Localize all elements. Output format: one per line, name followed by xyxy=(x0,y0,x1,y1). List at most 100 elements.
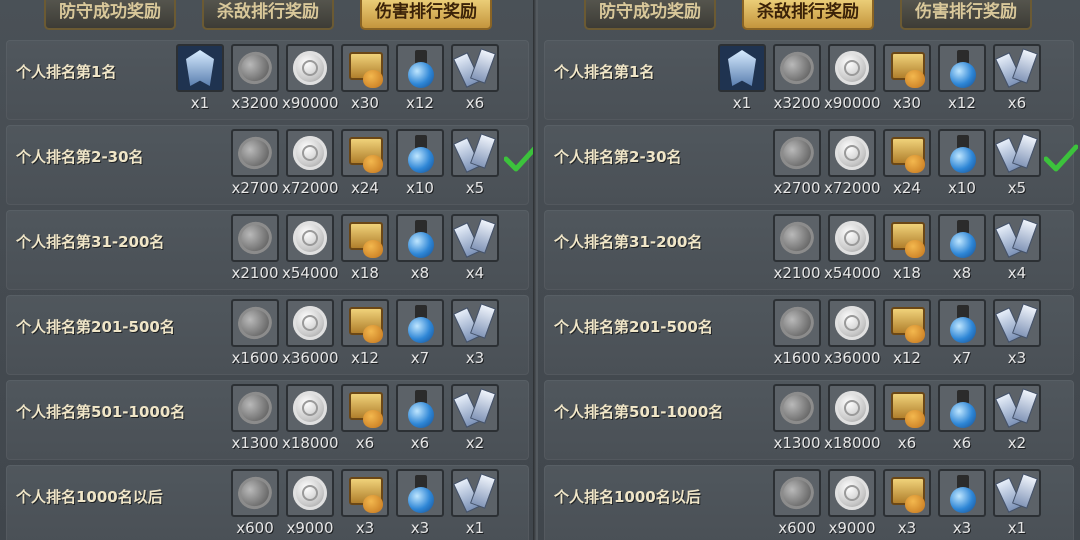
reward-item[interactable]: x600 xyxy=(773,469,821,537)
tab-damage-ranking-reward[interactable]: 伤害排行奖励 xyxy=(360,0,492,30)
reward-item[interactable]: x6 xyxy=(341,384,389,452)
reward-item[interactable]: x4 xyxy=(993,214,1041,282)
reward-item[interactable]: x24 xyxy=(883,129,931,197)
tab-kill-ranking-reward[interactable]: 杀敌排行奖励 xyxy=(202,0,334,30)
reward-item[interactable]: x600 xyxy=(231,469,279,537)
reward-item[interactable]: x72000 xyxy=(824,129,881,197)
item-quantity: x10 xyxy=(948,179,976,197)
tab-damage-ranking-reward[interactable]: 伤害排行奖励 xyxy=(900,0,1032,30)
dark-coin-icon xyxy=(231,129,279,177)
blue-potion-icon xyxy=(938,299,986,347)
crystal-icon xyxy=(993,299,1041,347)
reward-item[interactable]: x12 xyxy=(396,44,444,112)
blue-potion-icon xyxy=(396,214,444,262)
reward-item[interactable]: x2100 xyxy=(773,214,821,282)
check-icon xyxy=(504,144,535,172)
reward-item[interactable]: x72000 xyxy=(282,129,339,197)
reward-item[interactable]: x3200 xyxy=(231,44,279,112)
reward-item[interactable]: x5 xyxy=(993,129,1041,197)
reward-item[interactable]: x6 xyxy=(883,384,931,452)
reward-item[interactable]: x3 xyxy=(883,469,931,537)
reward-item[interactable]: x54000 xyxy=(282,214,339,282)
reward-item[interactable]: x3 xyxy=(341,469,389,537)
reward-item[interactable]: x2100 xyxy=(231,214,279,282)
reward-item[interactable]: x8 xyxy=(938,214,986,282)
reward-item[interactable]: x3 xyxy=(938,469,986,537)
reward-item[interactable]: x4 xyxy=(451,214,499,282)
reward-item[interactable]: x1 xyxy=(176,44,224,112)
reward-item[interactable]: x90000 xyxy=(282,44,339,112)
reward-item[interactable]: x2 xyxy=(993,384,1041,452)
reward-row: 个人排名1000名以后 x600 x9000 x3 x3 x1 xyxy=(6,465,529,540)
reward-item[interactable]: x6 xyxy=(451,44,499,112)
tab-defense-reward[interactable]: 防守成功奖励 xyxy=(584,0,716,30)
reward-item[interactable]: x36000 xyxy=(282,299,339,367)
item-quantity: x12 xyxy=(351,349,379,367)
item-quantity: x54000 xyxy=(824,264,881,282)
item-quantity: x2700 xyxy=(773,179,821,197)
reward-item[interactable]: x12 xyxy=(883,299,931,367)
reward-item[interactable]: x1600 xyxy=(773,299,821,367)
item-quantity: x600 xyxy=(236,519,274,537)
reward-item[interactable]: x6 xyxy=(993,44,1041,112)
reward-item[interactable]: x3 xyxy=(451,299,499,367)
reward-item[interactable]: x30 xyxy=(341,44,389,112)
reward-item[interactable]: x54000 xyxy=(824,214,881,282)
item-quantity: x1600 xyxy=(773,349,821,367)
reward-item[interactable]: x1 xyxy=(993,469,1041,537)
reward-item[interactable]: x9000 xyxy=(828,469,876,537)
reward-item[interactable]: x2700 xyxy=(773,129,821,197)
item-quantity: x600 xyxy=(778,519,816,537)
tab-defense-reward[interactable]: 防守成功奖励 xyxy=(44,0,176,30)
reward-item[interactable]: x7 xyxy=(396,299,444,367)
reward-item[interactable]: x1 xyxy=(718,44,766,112)
reward-item[interactable]: x2700 xyxy=(231,129,279,197)
silver-coin-icon xyxy=(828,44,876,92)
reward-item[interactable]: x3 xyxy=(396,469,444,537)
rank-label: 个人排名第31-200名 xyxy=(16,232,165,251)
reward-item[interactable]: x9000 xyxy=(286,469,334,537)
reward-item[interactable]: x30 xyxy=(883,44,931,112)
tab-kill-ranking-reward[interactable]: 杀敌排行奖励 xyxy=(742,0,874,30)
crystal-icon xyxy=(451,469,499,517)
item-quantity: x5 xyxy=(1007,179,1027,197)
item-quantity: x1300 xyxy=(231,434,279,452)
silver-coin-icon xyxy=(828,469,876,517)
reward-item[interactable]: x18 xyxy=(341,214,389,282)
reward-item[interactable]: x1600 xyxy=(231,299,279,367)
reward-row: 个人排名第201-500名 x1600 x36000 x12 x7 x3 xyxy=(6,295,529,375)
reward-item[interactable]: x10 xyxy=(938,129,986,197)
blue-potion-icon xyxy=(396,299,444,347)
reward-item[interactable]: x2 xyxy=(451,384,499,452)
reward-item[interactable]: x1300 xyxy=(231,384,279,452)
treasure-chest-icon xyxy=(883,299,931,347)
reward-item[interactable]: x18 xyxy=(883,214,931,282)
reward-item[interactable]: x12 xyxy=(341,299,389,367)
dark-coin-icon xyxy=(773,214,821,262)
reward-item[interactable]: x36000 xyxy=(824,299,881,367)
reward-item[interactable]: x18000 xyxy=(282,384,339,452)
reward-item[interactable]: x18000 xyxy=(824,384,881,452)
silver-coin-icon xyxy=(828,299,876,347)
reward-item[interactable]: x3200 xyxy=(773,44,821,112)
reward-item[interactable]: x24 xyxy=(341,129,389,197)
treasure-chest-icon xyxy=(341,469,389,517)
reward-item[interactable]: x6 xyxy=(396,384,444,452)
reward-row: 个人排名第1名 x1 x3200 x90000 x30 x12 x6 xyxy=(544,40,1074,120)
silver-coin-icon xyxy=(828,214,876,262)
reward-item[interactable]: x8 xyxy=(396,214,444,282)
reward-item[interactable]: x7 xyxy=(938,299,986,367)
reward-item[interactable]: x3 xyxy=(993,299,1041,367)
reward-item[interactable]: x6 xyxy=(938,384,986,452)
reward-item[interactable]: x5 xyxy=(451,129,499,197)
item-quantity: x2100 xyxy=(231,264,279,282)
reward-item[interactable]: x10 xyxy=(396,129,444,197)
reward-item[interactable]: x12 xyxy=(938,44,986,112)
reward-item[interactable]: x1300 xyxy=(773,384,821,452)
reward-item[interactable]: x1 xyxy=(451,469,499,537)
item-quantity: x6 xyxy=(897,434,917,452)
left-reward-panel: 防守成功奖励 杀敌排行奖励 伤害排行奖励 个人排名第1名 x1 x3200 x9000… xyxy=(0,0,535,540)
treasure-chest-icon xyxy=(883,44,931,92)
item-quantity: x36000 xyxy=(282,349,339,367)
reward-item[interactable]: x90000 xyxy=(824,44,881,112)
